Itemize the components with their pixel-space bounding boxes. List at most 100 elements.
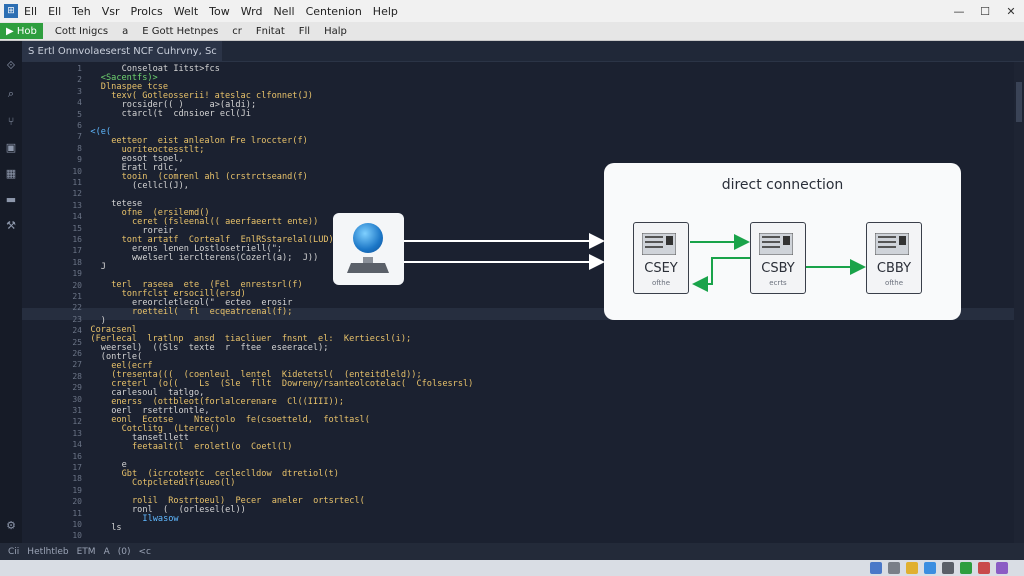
taskbar-app-icon[interactable] [888,562,900,574]
diagram-node-3: CBBY ofthe [866,222,922,294]
code-line: ls [111,523,122,533]
line-number: 26 [72,349,82,358]
status-item-2[interactable]: Hetlhtleb [27,547,68,557]
search-icon[interactable]: ⌕ [4,87,18,101]
app-logo-icon: ⊞ [4,4,18,18]
menu-item-window[interactable]: Wrd [241,5,263,18]
menu-item-build[interactable]: Welt [174,5,198,18]
code-line: ctarcl(t cdnsioer ecl(Ji [121,109,251,119]
server-globe-node [333,213,404,285]
line-number: 10 [72,520,82,529]
tools-icon[interactable]: ⚒ [4,219,18,233]
menu-item-help[interactable]: Help [373,5,398,18]
settings-icon[interactable]: ⚙ [4,519,18,533]
line-number: 14 [72,440,82,450]
toolbar-item-7[interactable]: Halp [324,26,347,37]
tab-bar: S Ertl Onnvolaeserst NCF Cuhrvny, Sc [22,41,1024,62]
line-number: 19 [72,485,82,495]
connection-diagram: direct connection CSEY ofthe CSBY ecrts … [604,163,961,320]
taskbar-app-icon[interactable] [870,562,882,574]
tab-active-file[interactable]: S Ertl Onnvolaeserst NCF Cuhrvny, Sc [22,41,222,61]
run-button-label: Hob [16,25,37,37]
play-icon: ▶ [6,25,17,37]
line-number: 2 [77,75,82,85]
line-number: 7 [77,132,82,142]
minimize-icon[interactable]: — [946,0,972,22]
line-number: 20 [72,280,82,290]
line-number: 21 [72,292,82,301]
taskbar-app-icon[interactable] [942,562,954,574]
explorer-icon[interactable]: ⟐ [4,59,18,73]
close-icon[interactable]: ✕ [998,0,1024,22]
terminal-icon[interactable]: ▬ [4,193,18,207]
toolbar-item-3[interactable]: E Gott Hetnpes [142,26,218,37]
status-item-4[interactable]: A [104,547,110,557]
line-number: 14 [72,212,82,222]
diagram-node-1-sub: ofthe [651,279,671,287]
diagram-node-1-label: CSEY [644,261,678,276]
line-number: 23 [72,314,82,324]
taskbar-app-icon[interactable] [924,562,936,574]
line-number: 10 [72,166,82,176]
toolbar-item-2[interactable]: a [122,26,128,37]
toolbar-item-5[interactable]: Fnitat [256,26,285,37]
diagram-node-1: CSEY ofthe [633,222,689,294]
taskbar-app-icon[interactable] [960,562,972,574]
document-icon [875,233,909,255]
status-item-1[interactable]: Cii [8,547,19,557]
taskbar-app-icon[interactable] [978,562,990,574]
toolbar-item-4[interactable]: cr [232,26,242,37]
menu-item-edit[interactable]: Ell [48,5,61,18]
scrollbar-thumb[interactable] [1016,82,1022,122]
code-line: Cotpcletedlf(sueo(l) [132,478,236,488]
code-editor[interactable]: Conseloat Iitst>fcs <Sacentfs)> Dlnaspee t… [80,62,600,544]
menu-item-view[interactable]: Teh [72,5,91,18]
code-line: Ilwasow [142,514,179,524]
line-number: 4 [77,98,82,108]
menu-item-new[interactable]: Nell [273,5,294,18]
diagram-title: direct connection [721,177,844,193]
menu-item-file[interactable]: Ell [24,5,37,18]
taskbar-app-icon[interactable] [906,562,918,574]
maximize-icon[interactable]: ☐ [972,0,998,22]
menu-item-view-2[interactable]: Vsr [102,5,120,18]
line-number: 8 [77,143,82,153]
code-line: roetteil( fl ecqeatrcenal(f); [132,307,293,317]
line-number: 25 [72,337,82,347]
globe-icon [353,223,383,253]
taskbar-app-icon[interactable] [996,562,1008,574]
toolbar: ▶ Hob Cott Inigcs a E Gott Hetnpes cr Fn… [0,22,1024,41]
line-number: 28 [72,371,82,381]
code-line: J [100,262,106,272]
toolbar-item-1[interactable]: Cott Inigcs [55,26,108,37]
diagram-node-2-sub: ecrts [769,279,787,287]
diagram-node-3-sub: ofthe [884,279,904,287]
status-item-5[interactable]: (0) [118,547,131,557]
line-number: 10 [72,531,82,541]
line-number: 16 [72,451,82,461]
line-number: 16 [72,235,82,244]
debug-icon[interactable]: ▣ [4,141,18,155]
source-control-icon[interactable]: ⑂ [4,115,18,129]
line-number: 3 [77,86,82,96]
extensions-icon[interactable]: ▦ [4,167,18,181]
menu-item-tools[interactable]: Tow [209,5,230,18]
line-number: 29 [72,383,82,393]
line-number: 22 [72,303,82,313]
server-stand-icon [347,257,389,273]
line-number: 12 [72,189,82,199]
line-number: 6 [77,121,82,130]
line-number: 27 [72,360,82,370]
line-number: 5 [77,109,82,119]
toolbar-item-6[interactable]: Fll [299,26,310,37]
line-number: 24 [72,326,82,336]
menu-item-connection[interactable]: Centenion [306,5,362,18]
line-number: 15 [72,223,82,233]
vertical-scrollbar[interactable] [1014,62,1024,544]
run-button[interactable]: ▶ Hob [0,23,43,39]
line-number: 12 [72,417,82,427]
status-item-6[interactable]: <c [139,547,152,557]
status-item-3[interactable]: ETM [77,547,96,557]
code-line: <(e( [90,127,112,137]
menu-item-project[interactable]: Prolcs [131,5,163,18]
